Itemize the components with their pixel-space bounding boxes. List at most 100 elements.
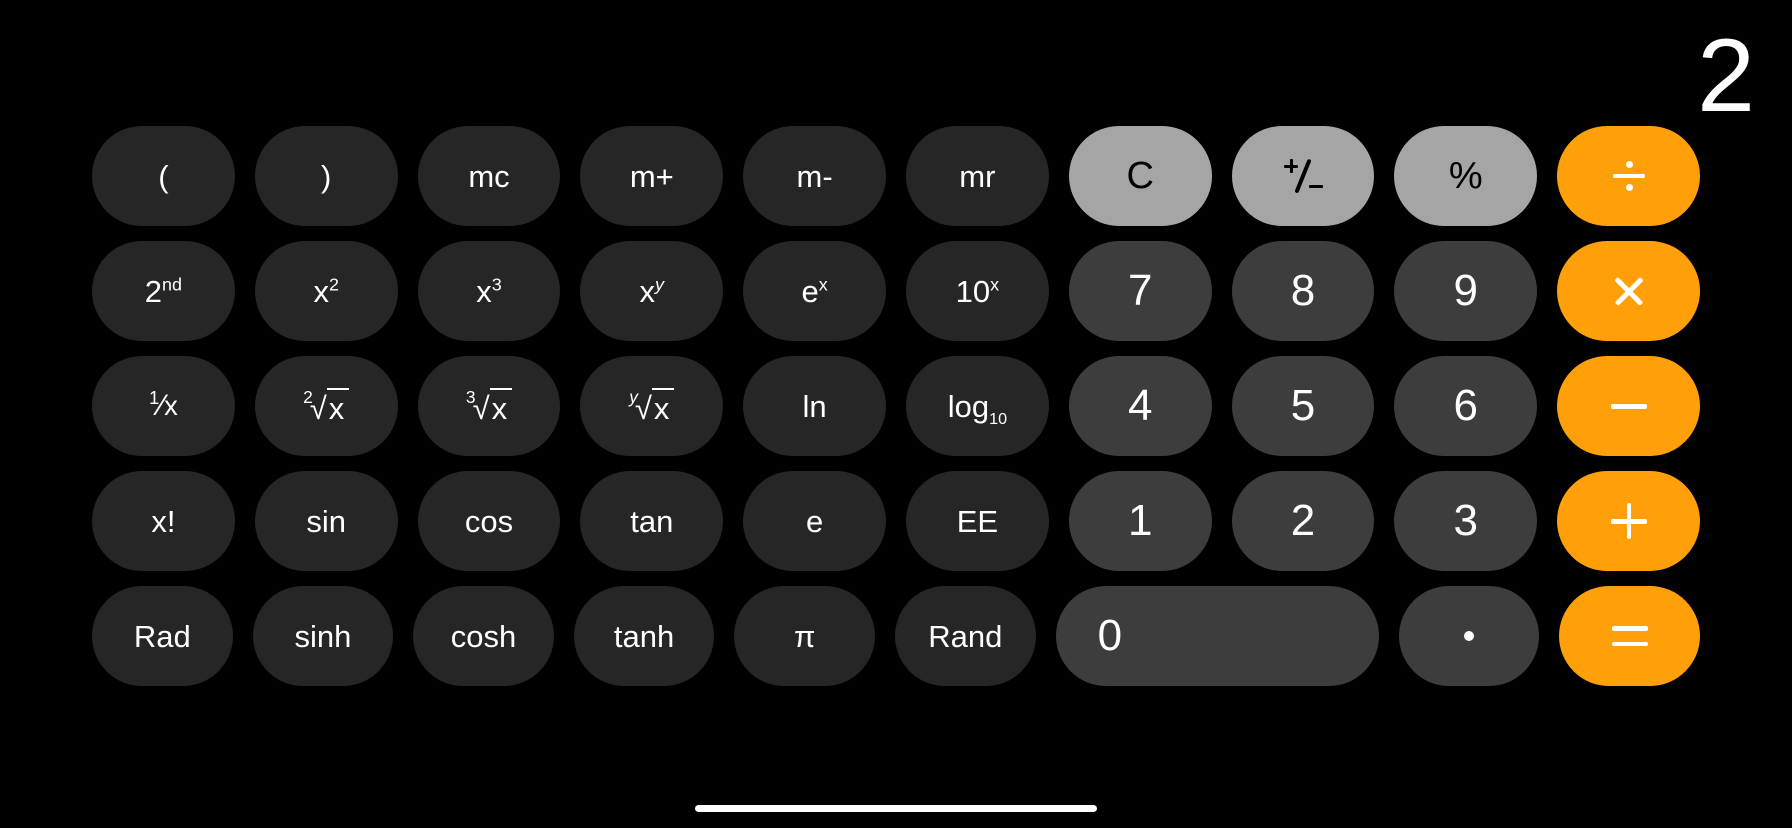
divide-icon xyxy=(1611,158,1647,194)
keypad-row-4: x! sin cos tan e EE 1 2 3 xyxy=(92,471,1700,571)
key-label: 0 xyxy=(1097,611,1123,660)
key-label: 2nd xyxy=(144,273,183,309)
key-second-function[interactable]: 2nd xyxy=(92,241,235,341)
key-random[interactable]: Rand xyxy=(894,586,1036,686)
key-label: C xyxy=(1126,155,1154,197)
key-x-squared[interactable]: x2 xyxy=(254,241,398,341)
key-label: x2 xyxy=(313,273,339,309)
key-tangent[interactable]: tan xyxy=(580,471,724,571)
key-clear[interactable]: C xyxy=(1068,126,1212,226)
key-cosine[interactable]: cos xyxy=(417,471,561,571)
calculator-keypad: ( ) mc m+ m- mr C % 2nd x2 x3 xy ex 10x … xyxy=(92,126,1700,686)
key-digit-0[interactable]: 0 xyxy=(1055,586,1379,686)
plus-icon xyxy=(1610,503,1647,539)
key-label: mr xyxy=(959,158,996,194)
key-label: tanh xyxy=(613,618,675,654)
key-exponent-ee[interactable]: EE xyxy=(905,471,1049,571)
plus-minus-icon xyxy=(1281,156,1325,196)
key-label: Rad xyxy=(133,618,191,654)
key-label: sinh xyxy=(294,618,352,654)
key-hyperbolic-cosine[interactable]: cosh xyxy=(413,586,554,686)
key-digit-7[interactable]: 7 xyxy=(1068,241,1212,341)
key-cube-root[interactable]: 3 √x xyxy=(417,356,561,456)
key-factorial[interactable]: x! xyxy=(92,471,235,571)
key-log-base-10[interactable]: log10 xyxy=(905,356,1049,456)
key-pi[interactable]: π xyxy=(734,586,875,686)
key-digit-3[interactable]: 3 xyxy=(1394,471,1538,571)
key-subtract[interactable] xyxy=(1557,356,1700,456)
key-label: 1 xyxy=(1127,496,1153,545)
keypad-row-3: 1⁄x 2 √x 3 √x y √x ln log10 4 5 6 xyxy=(92,356,1700,456)
key-label: cosh xyxy=(450,618,517,654)
key-divide[interactable] xyxy=(1557,126,1700,226)
calculator-display: 2 xyxy=(0,0,1792,128)
key-open-paren[interactable]: ( xyxy=(92,126,235,226)
key-memory-recall[interactable]: mr xyxy=(905,126,1049,226)
key-label: 5 xyxy=(1290,381,1316,430)
key-reciprocal[interactable]: 1⁄x xyxy=(92,356,235,456)
key-label: 8 xyxy=(1290,266,1316,315)
key-equals[interactable] xyxy=(1559,586,1700,686)
key-radians-toggle[interactable]: Rad xyxy=(92,586,233,686)
key-label: mc xyxy=(468,158,510,194)
key-label: 6 xyxy=(1453,381,1479,430)
key-x-power-y[interactable]: xy xyxy=(580,241,724,341)
key-label: sin xyxy=(306,503,347,539)
key-digit-9[interactable]: 9 xyxy=(1394,241,1538,341)
key-label: 4 xyxy=(1127,381,1153,430)
key-label: e xyxy=(805,503,824,539)
key-hyperbolic-sine[interactable]: sinh xyxy=(252,586,394,686)
multiply-icon xyxy=(1612,274,1646,308)
key-label: π xyxy=(793,618,816,654)
key-hyperbolic-tangent[interactable]: tanh xyxy=(573,586,715,686)
key-digit-1[interactable]: 1 xyxy=(1068,471,1212,571)
key-natural-log[interactable]: ln xyxy=(743,356,886,456)
key-label: x3 xyxy=(476,273,502,309)
key-percent[interactable]: % xyxy=(1394,126,1538,226)
key-sine[interactable]: sin xyxy=(254,471,398,571)
key-label: tan xyxy=(630,503,674,539)
key-memory-clear[interactable]: mc xyxy=(417,126,561,226)
equals-icon xyxy=(1611,623,1648,649)
key-label: xy xyxy=(639,273,665,309)
key-memory-add[interactable]: m+ xyxy=(580,126,724,226)
key-e-power-x[interactable]: ex xyxy=(743,241,886,341)
key-add[interactable] xyxy=(1557,471,1700,571)
key-label: EE xyxy=(956,503,999,539)
key-label: x! xyxy=(151,503,176,539)
calculator-app: 2 ( ) mc m+ m- mr C % 2nd x2 x3 xy ex 10… xyxy=(0,0,1792,828)
key-label: 2 √x xyxy=(303,388,350,424)
key-digit-2[interactable]: 2 xyxy=(1231,471,1375,571)
key-decimal-point[interactable] xyxy=(1398,586,1540,686)
key-label: 7 xyxy=(1127,266,1153,315)
key-label: Rand xyxy=(928,618,1003,654)
key-label: 3 √x xyxy=(466,388,513,424)
key-square-root[interactable]: 2 √x xyxy=(254,356,398,456)
home-indicator[interactable] xyxy=(695,805,1097,812)
key-label: m+ xyxy=(629,158,674,194)
key-plus-minus[interactable] xyxy=(1231,126,1375,226)
key-ten-power-x[interactable]: 10x xyxy=(905,241,1049,341)
key-nth-root[interactable]: y √x xyxy=(580,356,724,456)
keypad-row-1: ( ) mc m+ m- mr C % xyxy=(92,126,1700,226)
key-label: m- xyxy=(796,158,833,194)
key-memory-subtract[interactable]: m- xyxy=(743,126,886,226)
key-x-cubed[interactable]: x3 xyxy=(417,241,561,341)
key-digit-4[interactable]: 4 xyxy=(1068,356,1212,456)
key-eulers-number[interactable]: e xyxy=(743,471,886,571)
key-label: 3 xyxy=(1453,496,1479,545)
minus-icon xyxy=(1610,388,1647,424)
key-digit-5[interactable]: 5 xyxy=(1231,356,1375,456)
keypad-row-2: 2nd x2 x3 xy ex 10x 7 8 9 xyxy=(92,241,1700,341)
key-label: 9 xyxy=(1453,266,1479,315)
key-digit-8[interactable]: 8 xyxy=(1231,241,1375,341)
key-multiply[interactable] xyxy=(1557,241,1700,341)
key-label: 10x xyxy=(955,273,1000,309)
key-digit-6[interactable]: 6 xyxy=(1394,356,1538,456)
key-label: cos xyxy=(464,503,514,539)
key-label: ex xyxy=(801,273,828,309)
keypad-row-5: Rad sinh cosh tanh π Rand 0 xyxy=(92,586,1700,686)
display-value: 2 xyxy=(1697,18,1755,134)
key-close-paren[interactable]: ) xyxy=(254,126,398,226)
decimal-point-icon xyxy=(1464,631,1475,641)
